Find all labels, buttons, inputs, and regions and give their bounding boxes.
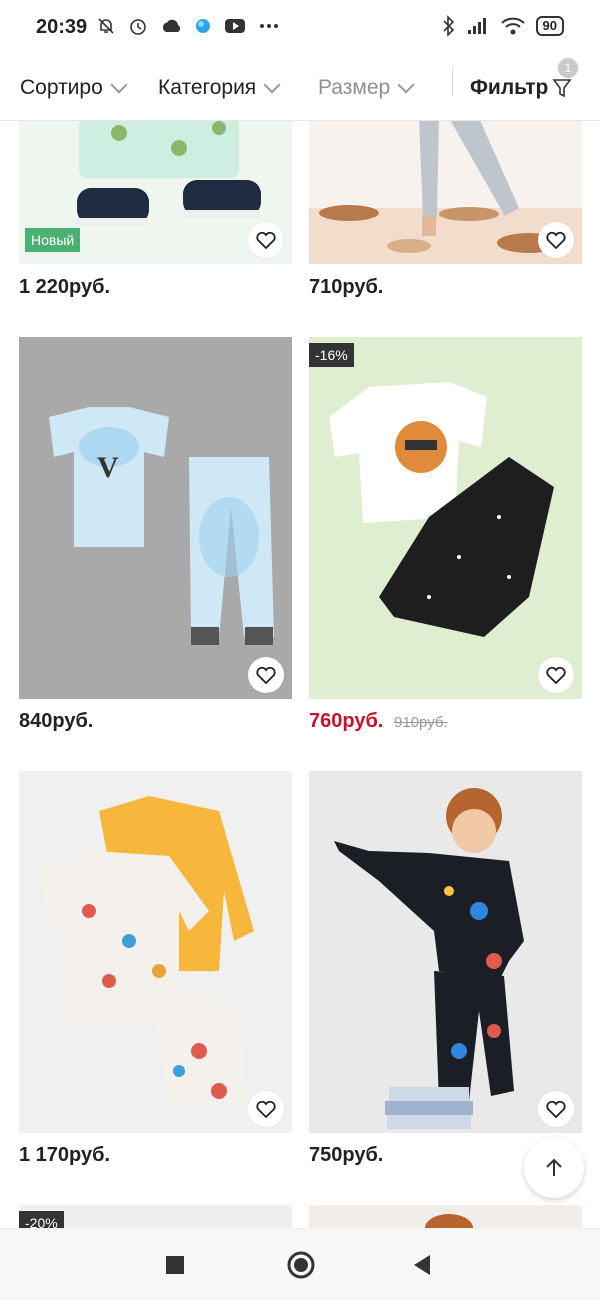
sort-filter-bar: Сортиро Категория Размер Фильтр — [0, 58, 600, 121]
back-button[interactable] — [412, 1254, 432, 1276]
favorite-button[interactable] — [248, 657, 284, 693]
product-image[interactable] — [19, 771, 292, 1133]
system-navigation-bar — [0, 1228, 600, 1300]
filter-icon — [552, 79, 572, 98]
product-price: 1 220руб. — [19, 276, 111, 298]
size-label: Размер — [318, 76, 391, 99]
size-dropdown[interactable]: Размер — [318, 68, 415, 108]
category-dropdown[interactable]: Категория — [158, 68, 281, 108]
filter-button[interactable]: Фильтр — [470, 68, 572, 108]
filter-count-badge: 1 — [558, 58, 578, 78]
heart-icon — [256, 1100, 276, 1119]
favorite-button[interactable] — [538, 657, 574, 693]
product-image[interactable] — [309, 1205, 582, 1228]
product-image[interactable] — [309, 771, 582, 1133]
product-card-1[interactable]: Новый 1 220руб. — [19, 118, 292, 308]
chevron-down-icon — [397, 76, 415, 94]
mute-bell-icon — [98, 18, 114, 34]
product-image[interactable]: -16% — [309, 337, 582, 699]
product-price: 750руб. — [309, 1144, 384, 1166]
heart-icon — [546, 231, 566, 250]
discount-badge: -20% — [19, 1211, 64, 1228]
status-icons-left — [96, 16, 280, 36]
product-sale-price: 760руб. — [309, 710, 384, 732]
status-icons-right: 90 — [442, 15, 564, 37]
product-card-5[interactable]: 1 170руб. — [19, 771, 292, 1181]
product-card-2[interactable]: 710руб. — [309, 118, 582, 308]
divider — [452, 66, 453, 96]
product-price: 710руб. — [309, 276, 384, 298]
filter-label: Фильтр — [470, 76, 549, 99]
product-card-4[interactable]: -16% 760руб. 910руб. — [309, 337, 582, 747]
heart-icon — [256, 666, 276, 685]
new-badge: Новый — [25, 228, 81, 252]
bluetooth-icon — [442, 15, 454, 37]
heart-icon — [546, 666, 566, 685]
discount-badge: -16% — [309, 343, 354, 367]
recent-apps-button[interactable] — [165, 1255, 185, 1275]
category-label: Категория — [158, 76, 257, 99]
product-card-8[interactable] — [309, 1205, 582, 1228]
home-button[interactable] — [286, 1250, 316, 1280]
cloud-icon — [162, 19, 181, 32]
status-bar: 20:39 90 — [0, 0, 600, 58]
product-image[interactable]: -20% — [19, 1205, 292, 1228]
wifi-icon — [500, 17, 525, 35]
product-image[interactable]: Новый — [19, 118, 292, 264]
youtube-icon — [225, 19, 245, 33]
alarm-icon — [130, 19, 146, 35]
app-icon — [196, 19, 210, 33]
chevron-down-icon — [263, 76, 281, 94]
heart-icon — [256, 231, 276, 250]
heart-icon — [546, 1100, 566, 1119]
battery-icon: 90 — [535, 16, 564, 36]
favorite-button[interactable] — [538, 1091, 574, 1127]
arrow-up-icon — [546, 1158, 562, 1176]
status-time: 20:39 — [36, 16, 88, 38]
signal-icon — [467, 18, 486, 34]
favorite-button[interactable] — [248, 222, 284, 258]
scroll-to-top-button[interactable] — [524, 1138, 584, 1198]
favorite-button[interactable] — [248, 1091, 284, 1127]
product-card-3[interactable]: V 840руб. — [19, 337, 292, 747]
more-icon — [260, 24, 278, 28]
favorite-button[interactable] — [538, 222, 574, 258]
product-card-7[interactable]: -20% — [19, 1205, 292, 1228]
chevron-down-icon — [110, 76, 128, 94]
product-old-price: 910руб. — [394, 714, 448, 731]
product-image[interactable]: V — [19, 337, 292, 699]
product-card-6[interactable]: 750руб. — [309, 771, 582, 1181]
sort-label: Сортиро — [20, 76, 103, 99]
product-price: 1 170руб. — [19, 1144, 111, 1166]
svg-text:V: V — [97, 451, 119, 484]
sort-dropdown[interactable]: Сортиро — [20, 68, 128, 108]
product-price: 840руб. — [19, 710, 94, 732]
product-image[interactable] — [309, 118, 582, 264]
